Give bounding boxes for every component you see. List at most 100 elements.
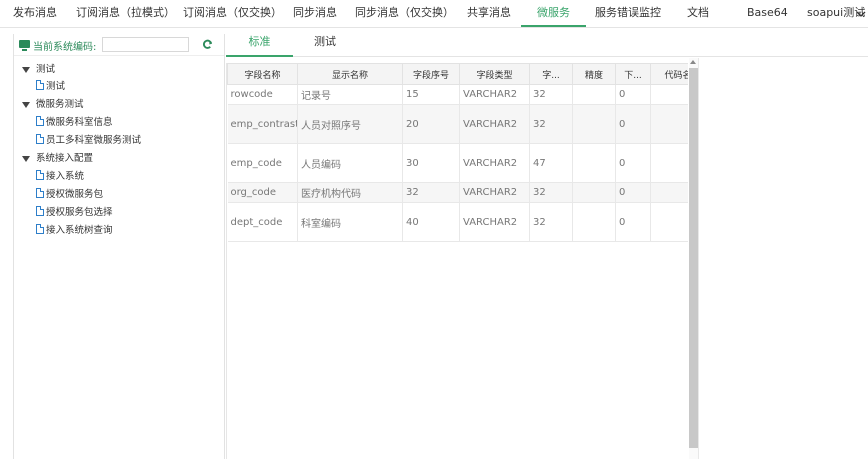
table-cell: VARCHAR2 <box>459 143 530 183</box>
caret-down-icon[interactable] <box>22 101 30 108</box>
table-cell: 32 <box>529 84 573 105</box>
table-cell: 32 <box>529 202 573 242</box>
table-cell: 0 <box>615 182 651 203</box>
top-nav: 发布消息 订阅消息（拉模式） 订阅消息（仅交换） 同步消息 同步消息（仅交换） … <box>0 0 868 28</box>
table-cell: VARCHAR2 <box>459 104 530 144</box>
table-cell <box>650 104 688 144</box>
file-icon <box>36 80 44 90</box>
tab-subscribe-exchange[interactable]: 订阅消息（仅交换） <box>183 0 282 27</box>
left-sidebar: 当前系统编码: 测试 测试 微服务测试 微服务科室信息 员工多科室微服务测试 系… <box>13 34 225 459</box>
tab-sync-exchange[interactable]: 同步消息（仅交换） <box>355 0 454 27</box>
field-grid: 字段名称 显示名称 字段序号 字段类型 字... 精度 下... 代码名 row… <box>226 63 688 459</box>
scrollbar-thumb[interactable] <box>689 68 698 448</box>
table-cell <box>572 84 616 105</box>
table-cell: dept_code <box>227 202 298 242</box>
table-cell <box>650 202 688 242</box>
table-cell: emp_contrast <box>227 104 298 144</box>
file-icon <box>36 188 44 198</box>
table-cell <box>650 84 688 105</box>
col-header-field-type[interactable]: 字段类型 <box>459 63 530 85</box>
table-cell: 人员编码 <box>297 143 403 183</box>
vertical-scrollbar[interactable] <box>689 58 698 459</box>
table-cell: 47 <box>529 143 573 183</box>
table-cell <box>572 104 616 144</box>
col-header-field-length[interactable]: 字... <box>529 63 573 85</box>
table-cell: 人员对照序号 <box>297 104 403 144</box>
tab-microservice[interactable]: 微服务 <box>521 0 586 27</box>
table-cell: 医疗机构代码 <box>297 182 403 203</box>
monitor-icon <box>19 40 30 51</box>
table-cell: 30 <box>402 143 460 183</box>
tab-share[interactable]: 共享消息 <box>467 0 511 27</box>
table-cell: 32 <box>529 182 573 203</box>
table-cell: org_code <box>227 182 298 203</box>
tab-standard[interactable]: 标准 <box>226 28 293 57</box>
caret-down-icon[interactable] <box>22 66 30 73</box>
col-header-code-name[interactable]: 代码名 <box>650 63 688 85</box>
tab-subscribe-pull[interactable]: 订阅消息（拉模式） <box>76 0 175 27</box>
table-cell: 0 <box>615 84 651 105</box>
tree-item-microservice-dept[interactable]: 微服务科室信息 <box>36 115 113 131</box>
tree-item-authorized-package[interactable]: 授权微服务包 <box>36 187 103 203</box>
tab-docs[interactable]: 文档 <box>687 0 709 27</box>
table-row[interactable]: org_code 医疗机构代码 32 VARCHAR2 32 0 <box>227 182 688 203</box>
field-table: 字段名称 显示名称 字段序号 字段类型 字... 精度 下... 代码名 row… <box>227 63 688 242</box>
tree-item-package-select[interactable]: 授权服务包选择 <box>36 205 113 221</box>
table-cell <box>650 182 688 203</box>
table-row[interactable]: emp_code 人员编码 30 VARCHAR2 47 0 <box>227 143 688 183</box>
tab-publish[interactable]: 发布消息 <box>13 0 57 27</box>
table-cell: rowcode <box>227 84 298 105</box>
col-header-field-order[interactable]: 字段序号 <box>402 63 460 85</box>
table-cell: 32 <box>402 182 460 203</box>
tree-folder-test[interactable]: 测试 <box>22 62 55 78</box>
table-cell: VARCHAR2 <box>459 84 530 105</box>
system-code-bar: 当前系统编码: <box>14 34 224 56</box>
tree-item-employee-multidept[interactable]: 员工多科室微服务测试 <box>36 133 141 149</box>
caret-down-icon[interactable] <box>22 155 30 162</box>
table-cell: VARCHAR2 <box>459 202 530 242</box>
tab-base64[interactable]: Base64 <box>747 0 788 27</box>
table-header-row: 字段名称 显示名称 字段序号 字段类型 字... 精度 下... 代码名 <box>227 63 688 85</box>
tree-folder-microservice-test[interactable]: 微服务测试 <box>22 97 84 113</box>
file-icon <box>36 224 44 234</box>
col-header-precision[interactable]: 精度 <box>572 63 616 85</box>
tree-folder-system-access[interactable]: 系统接入配置 <box>22 151 93 167</box>
table-row[interactable]: emp_contrast 人员对照序号 20 VARCHAR2 32 0 <box>227 104 688 144</box>
table-cell: emp_code <box>227 143 298 183</box>
system-code-input[interactable] <box>102 37 189 52</box>
tree-item-test[interactable]: 测试 <box>36 79 65 95</box>
table-cell: 0 <box>615 143 651 183</box>
content-tabs: 标准 测试 <box>226 28 868 57</box>
table-row[interactable]: dept_code 科室编码 40 VARCHAR2 32 0 <box>227 202 688 242</box>
tab-error-monitor[interactable]: 服务错误监控 <box>595 0 661 27</box>
table-cell: 记录号 <box>297 84 403 105</box>
table-cell: 科室编码 <box>297 202 403 242</box>
table-cell: VARCHAR2 <box>459 182 530 203</box>
table-cell <box>572 202 616 242</box>
tab-sync[interactable]: 同步消息 <box>293 0 337 27</box>
tab-test[interactable]: 测试 <box>314 28 336 57</box>
chevron-down-icon[interactable] <box>856 10 866 18</box>
file-icon <box>36 134 44 144</box>
table-cell: 32 <box>529 104 573 144</box>
table-cell <box>572 182 616 203</box>
system-code-label: 当前系统编码: <box>33 42 97 53</box>
col-header-lower[interactable]: 下... <box>615 63 651 85</box>
file-icon <box>36 170 44 180</box>
table-cell: 0 <box>615 104 651 144</box>
col-header-display-name[interactable]: 显示名称 <box>297 63 403 85</box>
table-cell: 20 <box>402 104 460 144</box>
table-cell <box>572 143 616 183</box>
table-cell: 0 <box>615 202 651 242</box>
table-cell: 40 <box>402 202 460 242</box>
file-icon <box>36 206 44 216</box>
scroll-up-icon[interactable] <box>690 60 696 64</box>
col-header-field-name[interactable]: 字段名称 <box>227 63 298 85</box>
refresh-icon[interactable] <box>202 39 213 50</box>
table-cell: 15 <box>402 84 460 105</box>
tree-item-access-system[interactable]: 接入系统 <box>36 169 84 185</box>
table-row[interactable]: rowcode 记录号 15 VARCHAR2 32 0 <box>227 84 688 105</box>
tree-item-access-tree-query[interactable]: 接入系统树查询 <box>36 223 113 239</box>
file-icon <box>36 116 44 126</box>
table-cell <box>650 143 688 183</box>
